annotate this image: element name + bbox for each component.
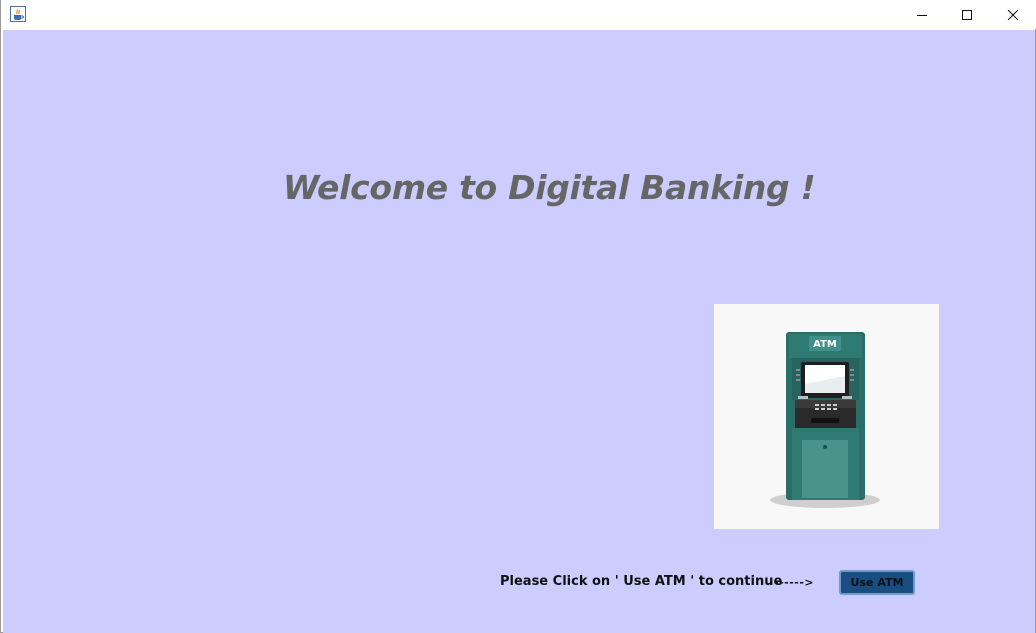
atm-image: ATM (714, 304, 939, 529)
close-icon (1007, 9, 1019, 20)
title-bar[interactable] (1, 0, 1036, 29)
maximize-button[interactable] (944, 0, 990, 29)
atm-machine-icon: ATM (770, 332, 880, 508)
app-window: Welcome to Digital Banking ! ATM Please … (0, 0, 1036, 633)
arrow-indicator: ------> (774, 576, 815, 589)
java-cup-icon[interactable] (10, 6, 26, 22)
minimize-icon (917, 14, 927, 16)
maximize-icon (962, 9, 972, 20)
close-button[interactable] (990, 0, 1036, 29)
continue-instruction: Please Click on ' Use ATM ' to continue (500, 574, 783, 589)
use-atm-button[interactable]: Use ATM (839, 570, 915, 595)
minimize-button[interactable] (899, 0, 945, 29)
atm-sign-text: ATM (813, 339, 837, 350)
welcome-heading: Welcome to Digital Banking ! (283, 168, 816, 207)
